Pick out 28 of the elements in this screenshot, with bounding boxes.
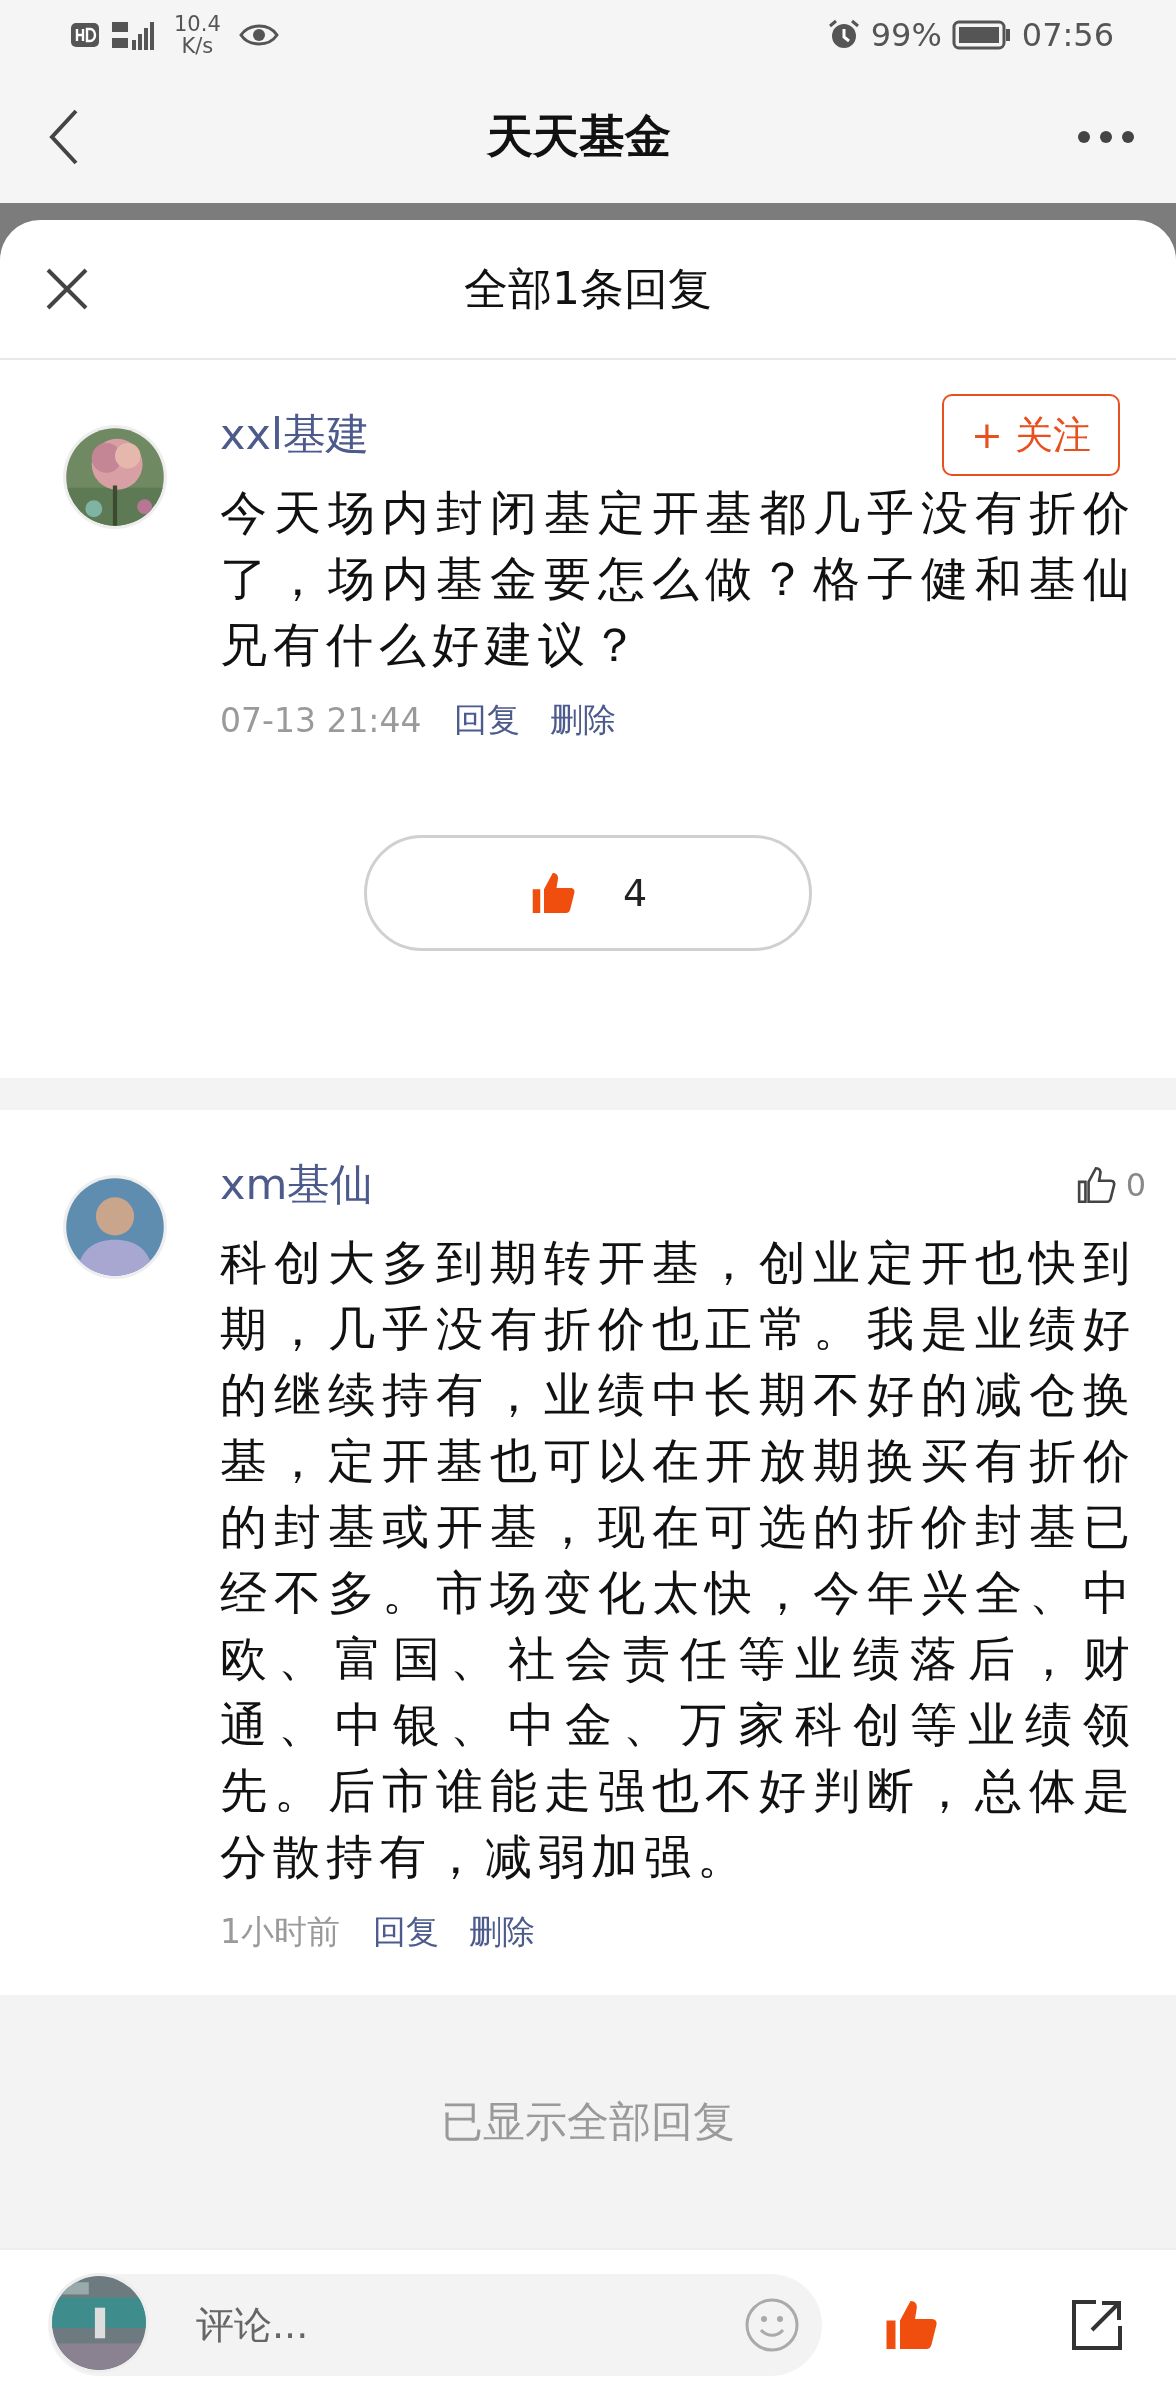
- thumbs-up-icon[interactable]: [1075, 1164, 1118, 1206]
- share-icon[interactable]: [1070, 2298, 1124, 2352]
- network-speed: 10.4: [174, 13, 221, 35]
- page-title: 天天基金: [487, 107, 671, 165]
- reply-text: 科创大多到期转开基，创业定开也快到期，几乎没有折价也正常。我是业绩好的继续持有，业绩中长期不好的减仓换基，定开基也可以在开放期换买有折价的封基或开基，现在可选的折价封基已经不多。市场变化太快，今年兴全、中欧、富国、社会责任等业绩落后，财通、中银、中金、万家科创等业绩领先。后市谁能走强也不好判断，总体是分散持有，减弱加强。: [220, 1234, 1136, 1886]
- author-name[interactable]: xxl基建: [220, 406, 369, 464]
- battery-percent: 99%: [870, 16, 942, 54]
- action-link[interactable]: 回复: [454, 698, 521, 743]
- clock: 07:56: [1021, 16, 1114, 54]
- more-icon[interactable]: [1076, 128, 1136, 145]
- comment-field[interactable]: 评论...: [194, 2302, 744, 2348]
- end-note: 已显示全部回复: [441, 2095, 735, 2148]
- action-link[interactable]: 删除: [469, 1910, 535, 1955]
- sheet-title: 全部1条回复: [464, 261, 712, 316]
- timestamp: 1小时前: [220, 1911, 340, 1953]
- battery-icon: [951, 19, 1012, 51]
- author-name[interactable]: xm基仙: [220, 1156, 374, 1214]
- comment-box[interactable]: 评论...: [48, 2274, 822, 2376]
- speed-unit: K/s: [181, 35, 214, 57]
- comment-text: 今天场内封闭基定开基都几乎没有折价了，场内基金要怎么做？格子健和基仙兄有什么好建议？: [220, 484, 1136, 674]
- timestamp: 07-13 21:44: [220, 701, 422, 740]
- like-count: 0: [1125, 1166, 1146, 1204]
- action-link[interactable]: 回复: [373, 1910, 439, 1955]
- close-icon[interactable]: [44, 266, 90, 312]
- action-link[interactable]: 删除: [550, 698, 617, 743]
- follow-button[interactable]: + 关注: [942, 394, 1120, 476]
- hd-icon: [70, 20, 100, 50]
- like-button[interactable]: 4: [364, 835, 812, 951]
